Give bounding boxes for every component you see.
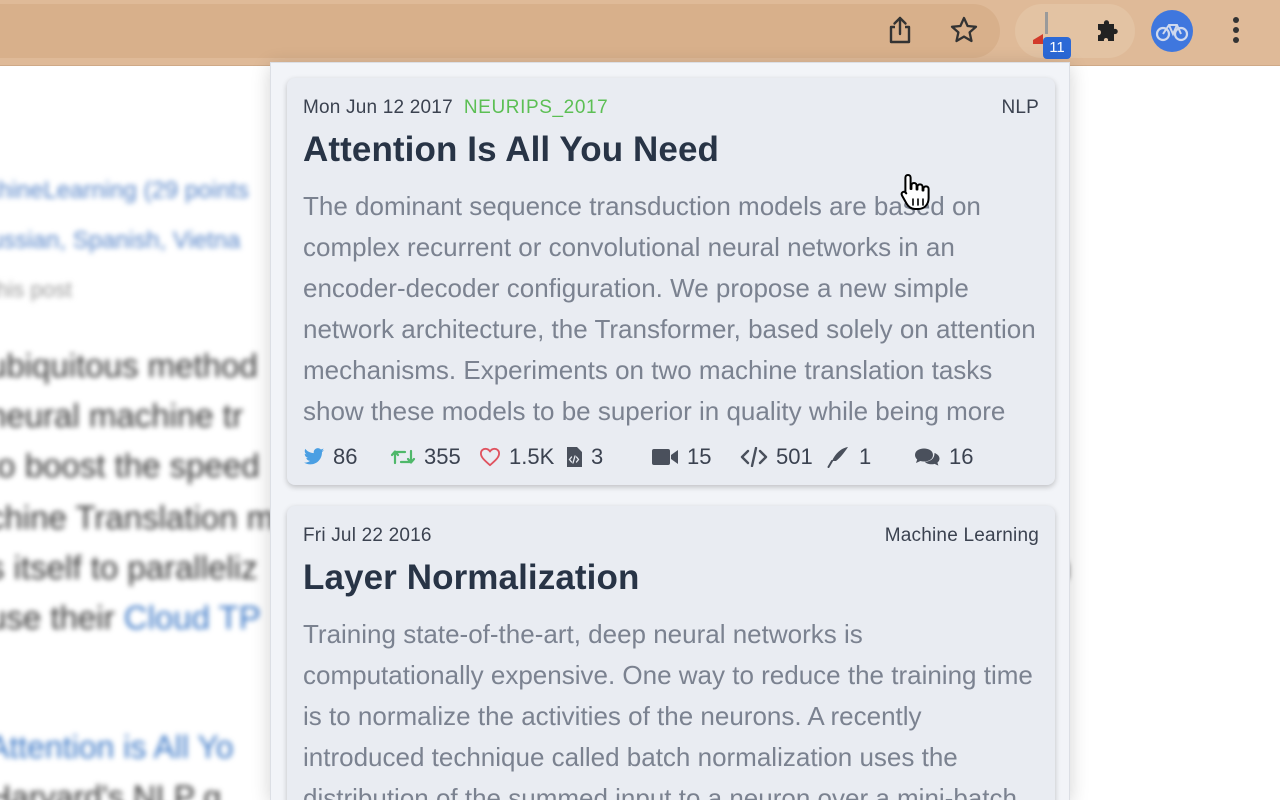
comments-count: 16	[949, 444, 974, 469]
videos-count: 15	[687, 444, 712, 469]
feather-pen-icon	[827, 447, 848, 468]
more-menu-button[interactable]	[1214, 8, 1258, 52]
bg-heading-link[interactable]: Attention is All Yo	[0, 729, 234, 766]
extension-badge: 11	[1043, 37, 1071, 59]
paper-card[interactable]: Fri Jul 22 2016 Machine Learning Layer N…	[287, 506, 1055, 800]
address-bar[interactable]	[0, 4, 1000, 58]
bg-text-line: ussian, Spanish, Vietna	[0, 227, 241, 254]
bg-text-line: chineLearning (29 points	[0, 177, 249, 204]
code-count: 501	[776, 444, 813, 469]
paper-date: Mon Jun 12 2017	[303, 97, 453, 118]
video-camera-icon	[652, 449, 678, 465]
paper-title[interactable]: Layer Normalization	[303, 558, 1039, 598]
paper-meta: Mon Jun 12 2017 NEURIPS_2017 NLP	[303, 96, 1039, 120]
heart-icon	[479, 447, 500, 467]
comments-icon	[915, 448, 940, 466]
paper-category: Machine Learning	[884, 525, 1039, 546]
paper-abstract: The dominant sequence transduction model…	[303, 191, 1036, 426]
paper-popup: Mon Jun 12 2017 NEURIPS_2017 NLP Attenti…	[270, 62, 1070, 800]
tweets-stat[interactable]: 86	[303, 442, 357, 472]
bg-text-line: this post	[0, 277, 72, 302]
paper-category: NLP	[1001, 97, 1039, 118]
bg-text-line: to boost the speed	[0, 447, 260, 484]
paper-title[interactable]: Attention Is All You Need	[303, 130, 1039, 170]
comments-stat[interactable]: 16	[913, 442, 973, 472]
bg-link[interactable]: Cloud TP	[124, 599, 261, 636]
paper-venue[interactable]: NEURIPS_2017	[464, 97, 609, 119]
bg-text-line: s itself to paralleliz	[0, 549, 258, 586]
code-stat[interactable]: 501	[740, 442, 813, 472]
share-button[interactable]	[878, 8, 922, 52]
hand-cursor-icon	[900, 174, 930, 210]
tweets-count: 86	[333, 444, 358, 469]
puzzle-icon	[1098, 20, 1118, 41]
paper-card[interactable]: Mon Jun 12 2017 NEURIPS_2017 NLP Attenti…	[287, 78, 1055, 485]
retweets-stat[interactable]: 355	[390, 442, 461, 472]
more-menu-icon	[1233, 17, 1239, 43]
avatar[interactable]	[1151, 10, 1193, 52]
citations-stat[interactable]: 3	[565, 442, 603, 472]
twitter-icon	[303, 448, 325, 465]
browser-toolbar: 11	[0, 0, 1280, 66]
share-icon	[889, 16, 911, 44]
videos-stat[interactable]: 15	[651, 442, 711, 472]
star-icon	[950, 16, 978, 43]
retweets-count: 355	[424, 444, 461, 469]
paper-abstract: Training state-of-the-art, deep neural n…	[303, 619, 1033, 800]
bicycle-icon	[1155, 24, 1189, 42]
bg-text-line: neural machine tr	[0, 397, 243, 434]
extensions-button[interactable]	[1086, 8, 1130, 52]
citations-count: 3	[591, 444, 604, 469]
bg-text-line: chine Translation m	[0, 499, 275, 536]
bg-text-line: use their Cloud TP	[0, 599, 261, 637]
paper-meta: Fri Jul 22 2016 Machine Learning	[303, 524, 1039, 548]
retweet-icon	[390, 449, 416, 465]
bg-text: use their	[0, 599, 115, 636]
blog-stat[interactable]: 1	[827, 442, 871, 472]
bg-text-line: ubiquitous method	[0, 347, 258, 384]
likes-count: 1.5K	[509, 444, 555, 469]
paper-date: Fri Jul 22 2016	[303, 525, 432, 546]
code-icon	[740, 447, 768, 467]
likes-stat[interactable]: 1.5K	[479, 442, 554, 472]
blog-count: 1	[859, 444, 872, 469]
bookmark-star-button[interactable]	[942, 8, 986, 52]
bg-text-line: Harvard's NLP g	[0, 779, 222, 800]
code-file-icon	[567, 447, 582, 467]
paper-stats: 86 355 1.5K 3 15 501 1 16	[303, 442, 1003, 472]
